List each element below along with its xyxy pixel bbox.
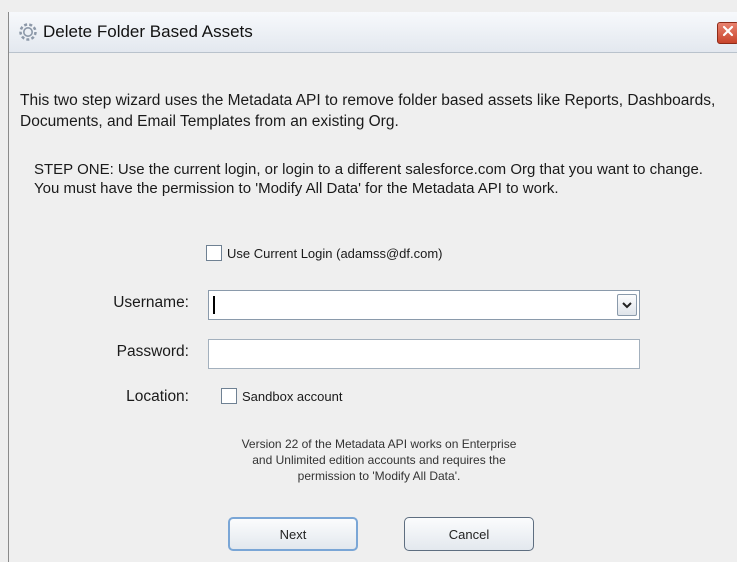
chevron-down-icon <box>622 296 632 314</box>
version-note-line-1: Version 22 of the Metadata API works on … <box>241 437 517 451</box>
dialog-window: Delete Folder Based Assets This two step… <box>8 12 737 562</box>
cancel-button[interactable]: Cancel <box>404 517 534 551</box>
intro-text: This two step wizard uses the Metadata A… <box>20 92 716 130</box>
sandbox-checkbox[interactable] <box>221 388 237 404</box>
use-current-login-label: Use Current Login (adamss@df.com) <box>227 245 443 261</box>
version-note: Version 22 of the Metadata API works on … <box>179 436 579 484</box>
use-current-login-row[interactable]: Use Current Login (adamss@df.com) <box>206 245 443 261</box>
title-bar[interactable]: Delete Folder Based Assets <box>9 12 737 53</box>
text-cursor <box>213 296 215 314</box>
step-one-text: STEP ONE: Use the current login, or logi… <box>34 161 703 197</box>
location-label: Location: <box>126 388 189 405</box>
next-button[interactable]: Next <box>228 517 358 551</box>
username-dropdown-button[interactable] <box>617 294 637 316</box>
version-note-line-3: permission to 'Modify All Data'. <box>297 469 461 483</box>
password-label: Password: <box>116 343 189 360</box>
gear-icon <box>17 21 39 43</box>
sandbox-label: Sandbox account <box>242 388 343 404</box>
dialog-content: This two step wizard uses the Metadata A… <box>9 52 737 562</box>
username-combobox[interactable] <box>208 290 640 320</box>
dialog-title: Delete Folder Based Assets <box>43 22 253 41</box>
password-field[interactable] <box>208 339 640 369</box>
sandbox-row[interactable]: Sandbox account <box>221 388 342 404</box>
use-current-login-checkbox[interactable] <box>206 245 222 261</box>
close-icon <box>722 24 734 42</box>
close-button[interactable] <box>717 22 737 44</box>
version-note-line-2: and Unlimited edition accounts and requi… <box>252 453 506 467</box>
username-label: Username: <box>113 294 189 311</box>
